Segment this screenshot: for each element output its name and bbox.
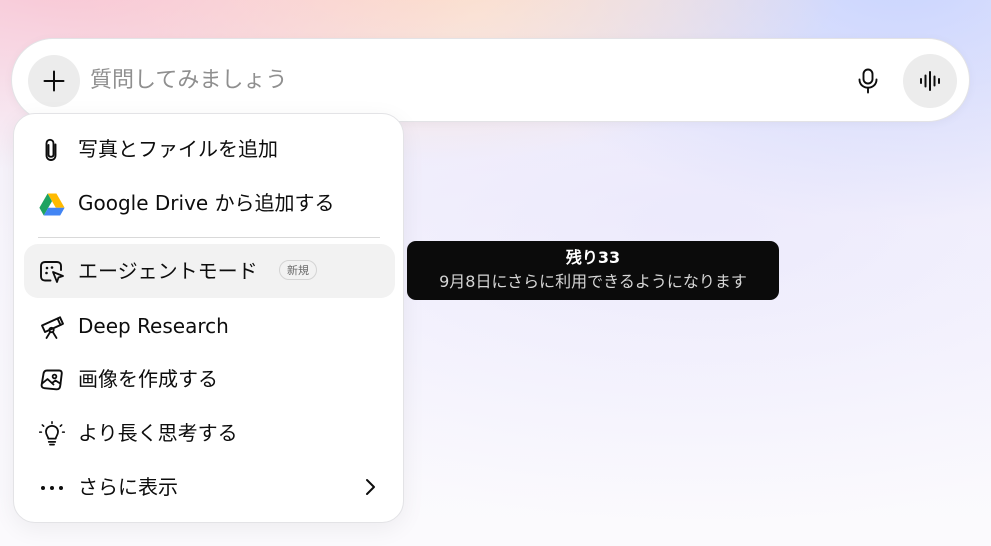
menu-item-label: さらに表示	[78, 475, 178, 499]
menu-item-label: 画像を作成する	[78, 367, 218, 391]
voice-mode-waveform-icon	[918, 70, 942, 92]
menu-item-label: より長く思考する	[78, 421, 238, 445]
tooltip-reset-date: 9月8日にさらに利用できるようになります	[439, 272, 747, 291]
plus-icon	[42, 69, 66, 93]
menu-item-label: Google Drive から追加する	[78, 191, 335, 215]
menu-divider	[38, 237, 380, 238]
menu-item-create-image[interactable]: 画像を作成する	[24, 352, 395, 406]
menu-item-show-more[interactable]: さらに表示	[24, 460, 395, 514]
agent-cursor-icon	[39, 259, 65, 285]
prompt-input[interactable]	[90, 59, 790, 101]
lightbulb-icon	[39, 420, 65, 447]
menu-item-agent-mode[interactable]: エージェントモード 新規	[24, 244, 395, 298]
menu-item-think-longer[interactable]: より長く思考する	[24, 406, 395, 460]
google-drive-icon	[39, 191, 65, 217]
new-badge: 新規	[279, 260, 317, 280]
dictate-button[interactable]	[848, 61, 888, 101]
more-dots-icon	[39, 475, 65, 501]
menu-item-deep-research[interactable]: Deep Research	[24, 299, 395, 353]
menu-item-google-drive[interactable]: Google Drive から追加する	[24, 176, 395, 230]
microphone-icon	[857, 68, 879, 94]
menu-item-label: エージェントモード	[78, 259, 258, 283]
telescope-icon	[39, 314, 65, 340]
paperclip-icon	[39, 137, 65, 163]
chevron-right-icon	[359, 476, 381, 498]
attachment-menu: 写真とファイルを追加 Google Drive から追加する エージェントモード…	[13, 113, 404, 523]
composer-bar	[11, 38, 970, 122]
tooltip-remaining-count: 残り33	[565, 248, 621, 267]
add-attachment-button[interactable]	[28, 55, 80, 107]
usage-tooltip: 残り33 9月8日にさらに利用できるようになります	[407, 241, 779, 300]
menu-item-label: Deep Research	[78, 314, 229, 338]
voice-mode-button[interactable]	[903, 54, 957, 108]
menu-item-add-photos-files[interactable]: 写真とファイルを追加	[24, 122, 395, 176]
image-create-icon	[39, 367, 65, 393]
menu-item-label: 写真とファイルを追加	[78, 137, 278, 161]
